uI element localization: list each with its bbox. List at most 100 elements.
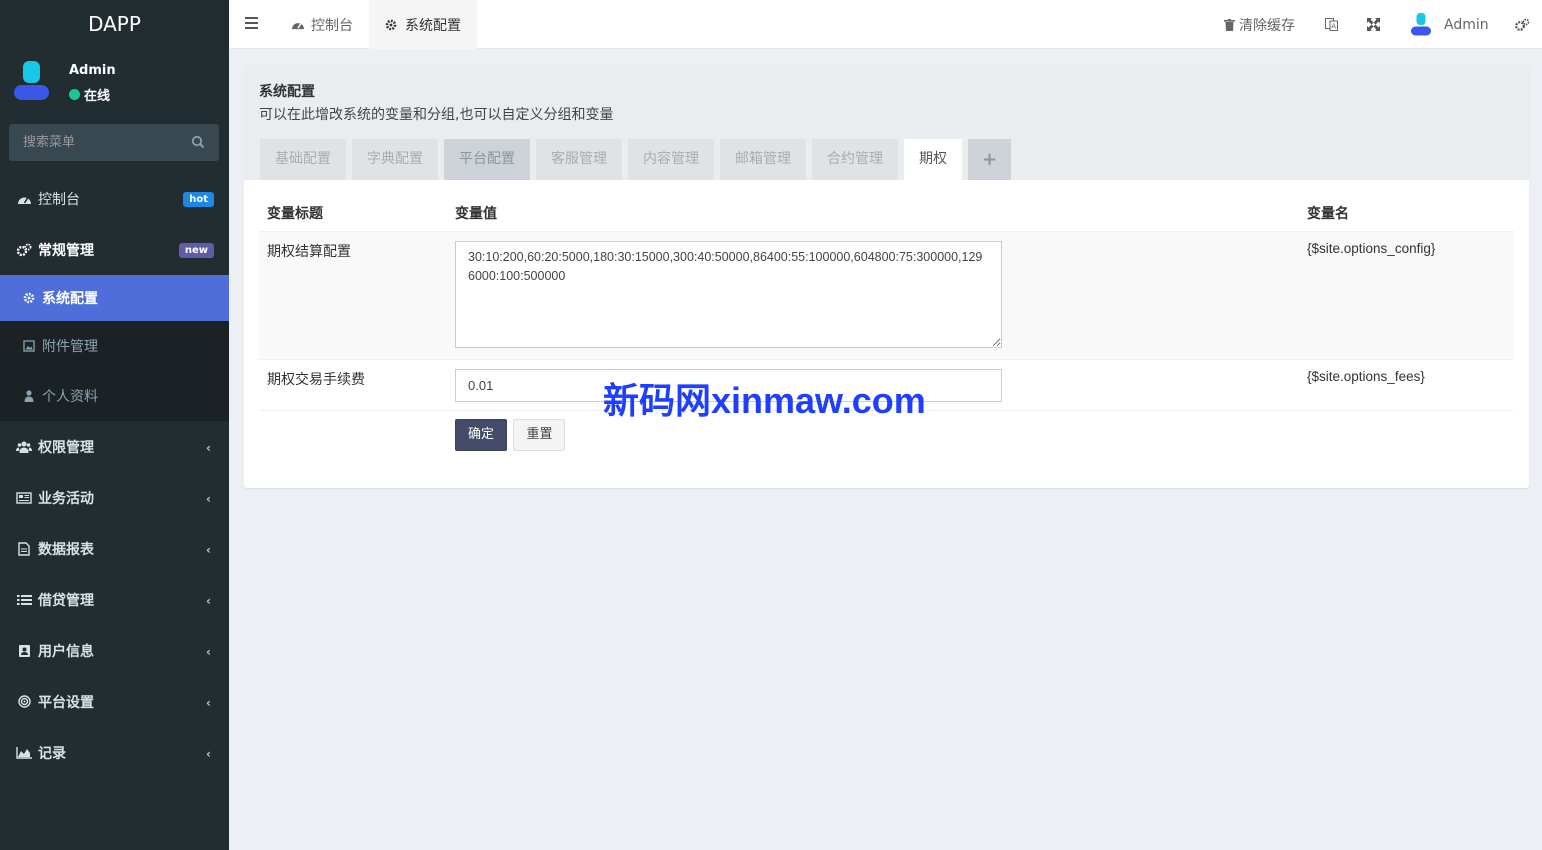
header-user-name: Admin (1444, 16, 1489, 33)
clear-cache-label: 清除缓存 (1239, 17, 1295, 34)
newspaper-icon (16, 490, 32, 506)
sidebar-item-label: 常规管理 (38, 242, 94, 259)
column-header: 变量标题 (259, 195, 447, 232)
dashboard-icon (16, 191, 32, 207)
sidebar-item-label: 权限管理 (38, 439, 94, 456)
panel-description: 可以在此增改系统的变量和分组,也可以自定义分组和变量 (259, 107, 614, 123)
variable-name: {$site.options_config} (1299, 231, 1514, 360)
new-badge: new (178, 243, 214, 258)
user-panel: Admin 在线 (0, 49, 229, 115)
sidebar-item-attachments[interactable]: 附件管理 (0, 321, 229, 371)
sidebar-item-reports[interactable]: 数据报表 ‹ (0, 523, 229, 574)
settings-button[interactable] (1514, 0, 1530, 49)
sidebar-nav: 控制台 hot 常规管理 new 系统配置 附件管理 个人资料 权限管理 ‹ 业… (0, 173, 229, 778)
column-header: 变量名 (1299, 195, 1514, 232)
user-status: 在线 (69, 85, 110, 104)
sidebar-item-platform-settings[interactable]: 平台设置 ‹ (0, 676, 229, 727)
sidebar-item-users[interactable]: 用户信息 ‹ (0, 625, 229, 676)
chevron-left-icon: ‹ (206, 543, 211, 557)
avatar (14, 61, 50, 101)
target-icon (16, 694, 32, 710)
chevron-left-icon: ‹ (206, 594, 211, 608)
online-dot-icon (69, 89, 80, 100)
variable-name: {$site.options_fees} (1299, 359, 1514, 411)
translate-button[interactable]: A (1325, 0, 1338, 49)
options-config-textarea[interactable]: 30:10:200,60:20:5000,180:30:15000,300:40… (455, 241, 1002, 348)
hot-badge: hot (183, 192, 214, 207)
chevron-left-icon: ‹ (206, 492, 211, 506)
sidebar-item-label: 附件管理 (42, 339, 98, 355)
sidebar-item-dashboard[interactable]: 控制台 hot (0, 173, 229, 224)
add-tab-button[interactable]: + (968, 139, 1012, 180)
watermark: 新码网xinmaw.com (603, 380, 926, 421)
brand-logo[interactable]: DAPP (0, 0, 229, 49)
dashboard-icon (291, 18, 305, 32)
user-menu[interactable]: Admin (1411, 0, 1489, 49)
sidebar-item-label: 记录 (38, 745, 66, 762)
file-icon (16, 541, 32, 557)
sidebar-item-label: 控制台 (38, 191, 80, 208)
reset-button[interactable]: 重置 (513, 419, 566, 451)
sidebar-item-label: 用户信息 (38, 643, 94, 660)
tab-customer-service[interactable]: 客服管理 (536, 139, 622, 180)
tab-label: 系统配置 (405, 17, 461, 34)
list-icon (16, 592, 32, 608)
chevron-left-icon: ‹ (206, 645, 211, 659)
user-icon (22, 389, 36, 403)
sidebar-submenu: 系统配置 附件管理 个人资料 (0, 275, 229, 421)
fullscreen-button[interactable] (1367, 0, 1380, 49)
tab-content-management[interactable]: 内容管理 (628, 139, 714, 180)
tab-options[interactable]: 期权 (904, 139, 962, 180)
sidebar: DAPP Admin 在线 控制台 hot 常规管理 new 系统配置 (0, 0, 229, 850)
status-text: 在线 (84, 89, 111, 104)
search-input[interactable] (9, 124, 219, 161)
chevron-left-icon: ‹ (206, 747, 211, 761)
sidebar-item-label: 业务活动 (38, 490, 94, 507)
config-panel: 系统配置 可以在此增改系统的变量和分组,也可以自定义分组和变量 基础配置 字典配… (244, 64, 1529, 488)
submit-button[interactable]: 确定 (455, 419, 508, 451)
sidebar-search (9, 124, 219, 161)
row-title: 期权交易手续费 (259, 359, 447, 411)
sidebar-item-system-config[interactable]: 系统配置 (0, 275, 229, 321)
sidebar-item-profile[interactable]: 个人资料 (0, 371, 229, 421)
sidebar-item-label: 借贷管理 (38, 592, 94, 609)
row-title: 期权结算配置 (259, 231, 447, 360)
contact-icon (16, 643, 32, 659)
image-icon (22, 339, 36, 353)
tab-email-management[interactable]: 邮箱管理 (720, 139, 806, 180)
cogs-icon (16, 242, 32, 258)
sidebar-item-general[interactable]: 常规管理 new (0, 224, 229, 275)
menu-toggle-icon[interactable] (245, 17, 258, 29)
users-icon (16, 439, 32, 455)
panel-header: 系统配置 可以在此增改系统的变量和分组,也可以自定义分组和变量 基础配置 字典配… (244, 64, 1529, 180)
tab-contract-management[interactable]: 合约管理 (812, 139, 898, 180)
tab-system-config[interactable]: 系统配置 (369, 0, 477, 49)
sidebar-item-records[interactable]: 记录 ‹ (0, 727, 229, 778)
column-header: 变量值 (447, 195, 1299, 232)
tab-dictionary-config[interactable]: 字典配置 (352, 139, 438, 180)
top-header: 控制台 系统配置 清除缓存 A Admin (229, 0, 1542, 49)
tab-platform-config[interactable]: 平台配置 (444, 139, 530, 180)
sidebar-item-business[interactable]: 业务活动 ‹ (0, 472, 229, 523)
translate-icon: A (1325, 18, 1338, 31)
config-tabs: 基础配置 字典配置 平台配置 客服管理 内容管理 邮箱管理 合约管理 期权 + (260, 139, 1012, 180)
user-name: Admin (69, 63, 116, 78)
clear-cache-button[interactable]: 清除缓存 (1224, 0, 1295, 49)
tab-basic-config[interactable]: 基础配置 (260, 139, 346, 180)
sidebar-item-label: 系统配置 (42, 291, 98, 307)
fullscreen-icon (1367, 18, 1380, 31)
tab-label: 控制台 (311, 17, 353, 34)
search-icon[interactable] (191, 135, 205, 149)
tab-dashboard[interactable]: 控制台 (275, 0, 369, 49)
sidebar-item-permissions[interactable]: 权限管理 ‹ (0, 421, 229, 472)
panel-title: 系统配置 (259, 84, 315, 100)
chevron-left-icon: ‹ (206, 696, 211, 710)
cogs-icon (1515, 18, 1530, 31)
area-chart-icon (16, 745, 32, 761)
trash-icon (1224, 18, 1235, 31)
svg-text:A: A (1331, 23, 1336, 31)
sidebar-item-label: 数据报表 (38, 541, 94, 558)
chevron-left-icon: ‹ (206, 441, 211, 455)
sidebar-item-loans[interactable]: 借贷管理 ‹ (0, 574, 229, 625)
gear-icon (385, 18, 399, 32)
